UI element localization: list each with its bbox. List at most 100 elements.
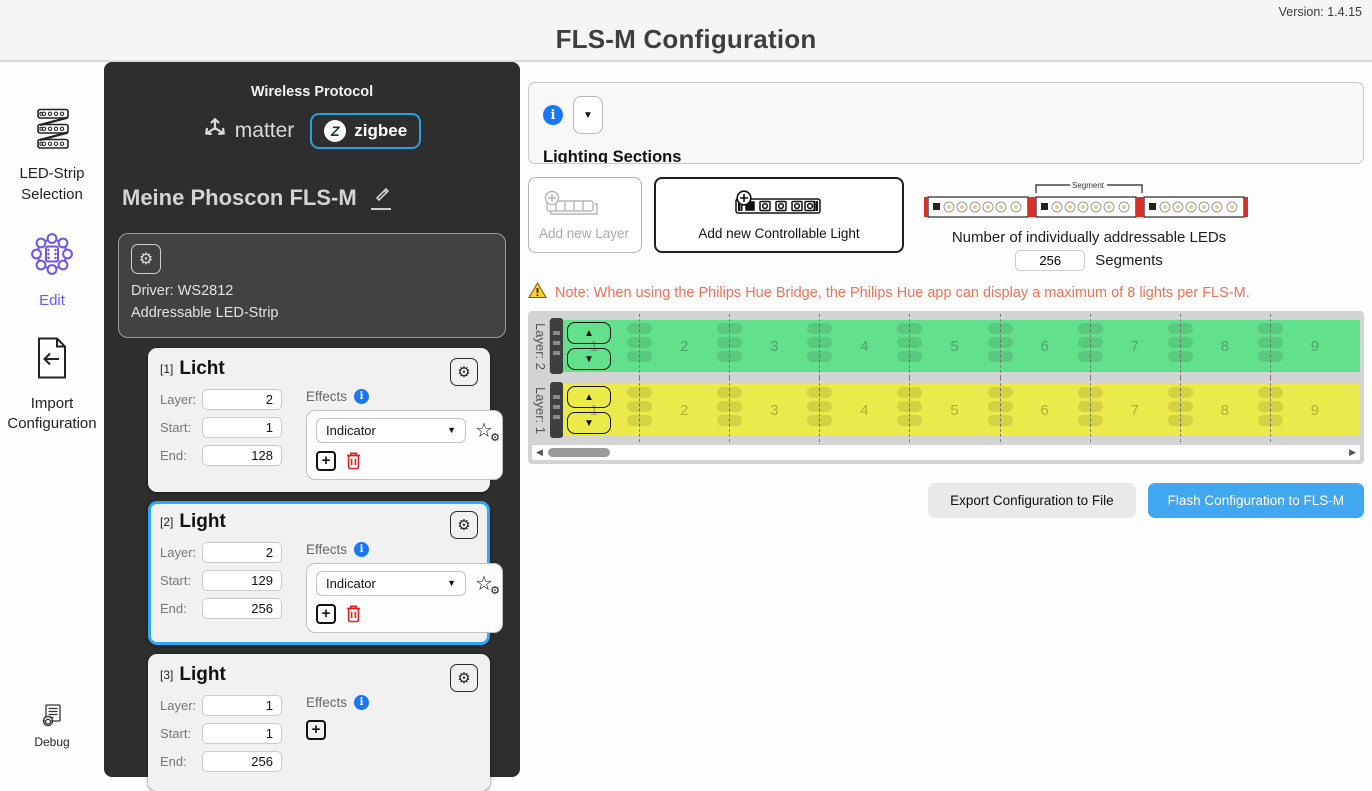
- sidebar-item-import-configuration[interactable]: Import Configuration: [0, 337, 104, 434]
- strip-bar[interactable]: ▲ ▼ 123456789: [549, 320, 1360, 372]
- light-settings-button[interactable]: ⚙: [450, 664, 478, 692]
- protocol-option-matter[interactable]: matter: [203, 116, 295, 146]
- sidebar-item-label: Import Configuration: [0, 394, 104, 435]
- segment-number: 9: [1270, 384, 1360, 436]
- scroll-right-icon[interactable]: ▶: [1349, 447, 1356, 458]
- effects-box: Indicator ▼ ☆⚙ +: [306, 563, 503, 633]
- add-effect-button[interactable]: +: [316, 451, 336, 471]
- sidebar-item-led-strip-selection[interactable]: LED-Strip Selection: [0, 108, 104, 205]
- segment-cells: 123456789: [549, 384, 1360, 436]
- protocol-option-zigbee[interactable]: Z zigbee: [310, 113, 421, 149]
- scroll-left-icon[interactable]: ◀: [536, 447, 543, 458]
- end-input[interactable]: [202, 751, 282, 772]
- segment-number: 3: [729, 384, 819, 436]
- export-configuration-button[interactable]: Export Configuration to File: [928, 483, 1136, 518]
- light-cards: [1] Licht ⚙ Layer: Start: End: Effectsi: [148, 348, 490, 791]
- add-effect-button[interactable]: +: [316, 604, 336, 624]
- strip-bar[interactable]: ▲ ▼ 123456789: [549, 384, 1360, 436]
- sections-dropdown-button[interactable]: ▼: [573, 96, 603, 134]
- end-input[interactable]: [202, 598, 282, 619]
- driver-card[interactable]: ⚙ Driver: WS2812 Addressable LED-Strip: [118, 233, 506, 338]
- segment-number: 2: [639, 320, 729, 372]
- segment-divider: [729, 378, 730, 442]
- flash-configuration-button[interactable]: Flash Configuration to FLS-M: [1148, 483, 1364, 518]
- move-layer-up-button[interactable]: ▲: [567, 322, 611, 344]
- effects-label: Effects: [306, 389, 347, 404]
- strip-connector-icon: [550, 318, 563, 374]
- segment-divider: [729, 314, 730, 378]
- layer-input[interactable]: [202, 542, 282, 563]
- driver-settings-icon: ⚙: [131, 244, 161, 274]
- segment-divider: [909, 378, 910, 442]
- import-file-icon: [34, 337, 70, 385]
- effect-select[interactable]: Indicator ▼: [316, 571, 466, 596]
- start-input[interactable]: [202, 570, 282, 591]
- light-index: [2]: [160, 515, 173, 529]
- layer-input[interactable]: [202, 695, 282, 716]
- light-settings-button[interactable]: ⚙: [450, 511, 478, 539]
- segment-divider: [1270, 314, 1271, 378]
- light-card-3[interactable]: [3] Light ⚙ Layer: Start: End: Effectsi …: [148, 654, 490, 791]
- light-card-1[interactable]: [1] Licht ⚙ Layer: Start: End: Effectsi: [148, 348, 490, 492]
- add-effect-button[interactable]: +: [306, 720, 326, 740]
- add-layer-icon: [539, 190, 601, 221]
- effects-label: Effects: [306, 695, 347, 710]
- horizontal-scrollbar[interactable]: ◀ ▶: [532, 445, 1360, 460]
- strip-visualization: Layer: 2 ▲ ▼ 123456789 Layer: 1: [528, 311, 1364, 464]
- strip-connector-icon: [550, 382, 563, 438]
- info-icon[interactable]: i: [354, 542, 369, 557]
- lighting-sections-box: i ▼ Lighting Sections: [528, 82, 1364, 164]
- light-card-2[interactable]: [2] Light ⚙ Layer: Start: End: Effectsi: [148, 501, 490, 645]
- note-text: Note: When using the Philips Hue Bridge,…: [555, 285, 1250, 301]
- gear-icon: ⚙: [490, 585, 500, 596]
- wireless-protocol-title: Wireless Protocol: [118, 84, 506, 100]
- light-name: Light: [179, 664, 225, 686]
- layer-input[interactable]: [202, 389, 282, 410]
- segment-divider: [1090, 378, 1091, 442]
- segment-divider: [639, 314, 640, 378]
- sidebar-item-edit[interactable]: Edit: [29, 231, 75, 312]
- segment-number: 6: [1000, 320, 1090, 372]
- info-icon[interactable]: i: [354, 389, 369, 404]
- add-new-controllable-light-button[interactable]: Add new Controllable Light: [654, 177, 904, 253]
- driver-line2: Addressable LED-Strip: [131, 302, 493, 324]
- light-index: [1]: [160, 362, 173, 376]
- info-icon[interactable]: i: [354, 695, 369, 710]
- layer-row-1: Layer: 1 ▲ ▼ 123456789: [532, 381, 1360, 439]
- layer-label: Layer:: [160, 698, 202, 713]
- start-input[interactable]: [202, 417, 282, 438]
- move-layer-down-button[interactable]: ▼: [567, 412, 611, 434]
- effect-select[interactable]: Indicator ▼: [316, 418, 466, 443]
- segment-divider: [819, 378, 820, 442]
- effect-options-button[interactable]: ☆⚙: [475, 420, 493, 440]
- delete-effect-button[interactable]: [346, 605, 361, 623]
- effect-options-button[interactable]: ☆⚙: [475, 573, 493, 593]
- sidebar-item-debug[interactable]: Debug: [34, 704, 69, 750]
- light-name: Light: [179, 511, 225, 533]
- move-layer-down-button[interactable]: ▼: [567, 348, 611, 370]
- add-new-layer-button[interactable]: Add new Layer: [528, 177, 642, 253]
- warning-icon: [528, 282, 547, 303]
- effects-label: Effects: [306, 542, 347, 557]
- delete-effect-button[interactable]: [346, 452, 361, 470]
- add-light-icon: [731, 190, 827, 221]
- segment-number: 4: [819, 320, 909, 372]
- light-settings-button[interactable]: ⚙: [450, 358, 478, 386]
- layer-label: Layer: 2: [532, 317, 549, 375]
- led-strip-icon: [28, 108, 76, 156]
- segment-divider: [1090, 314, 1091, 378]
- trash-icon: [346, 605, 361, 623]
- leds-count-input[interactable]: [1015, 250, 1085, 271]
- move-layer-up-button[interactable]: ▲: [567, 386, 611, 408]
- segment-number: 5: [909, 384, 999, 436]
- rename-device-button[interactable]: [371, 187, 391, 210]
- device-panel: Wireless Protocol matter Z zigbee: [104, 62, 520, 777]
- header: Version: 1.4.15 FLS-M Configuration: [0, 0, 1372, 62]
- end-input[interactable]: [202, 445, 282, 466]
- segment-bracket-label: Segment: [1072, 181, 1105, 190]
- start-label: Start:: [160, 420, 202, 435]
- start-input[interactable]: [202, 723, 282, 744]
- app-root: Version: 1.4.15 FLS-M Configuration: [0, 0, 1372, 786]
- scrollbar-thumb[interactable]: [548, 448, 610, 457]
- info-icon[interactable]: i: [543, 105, 563, 125]
